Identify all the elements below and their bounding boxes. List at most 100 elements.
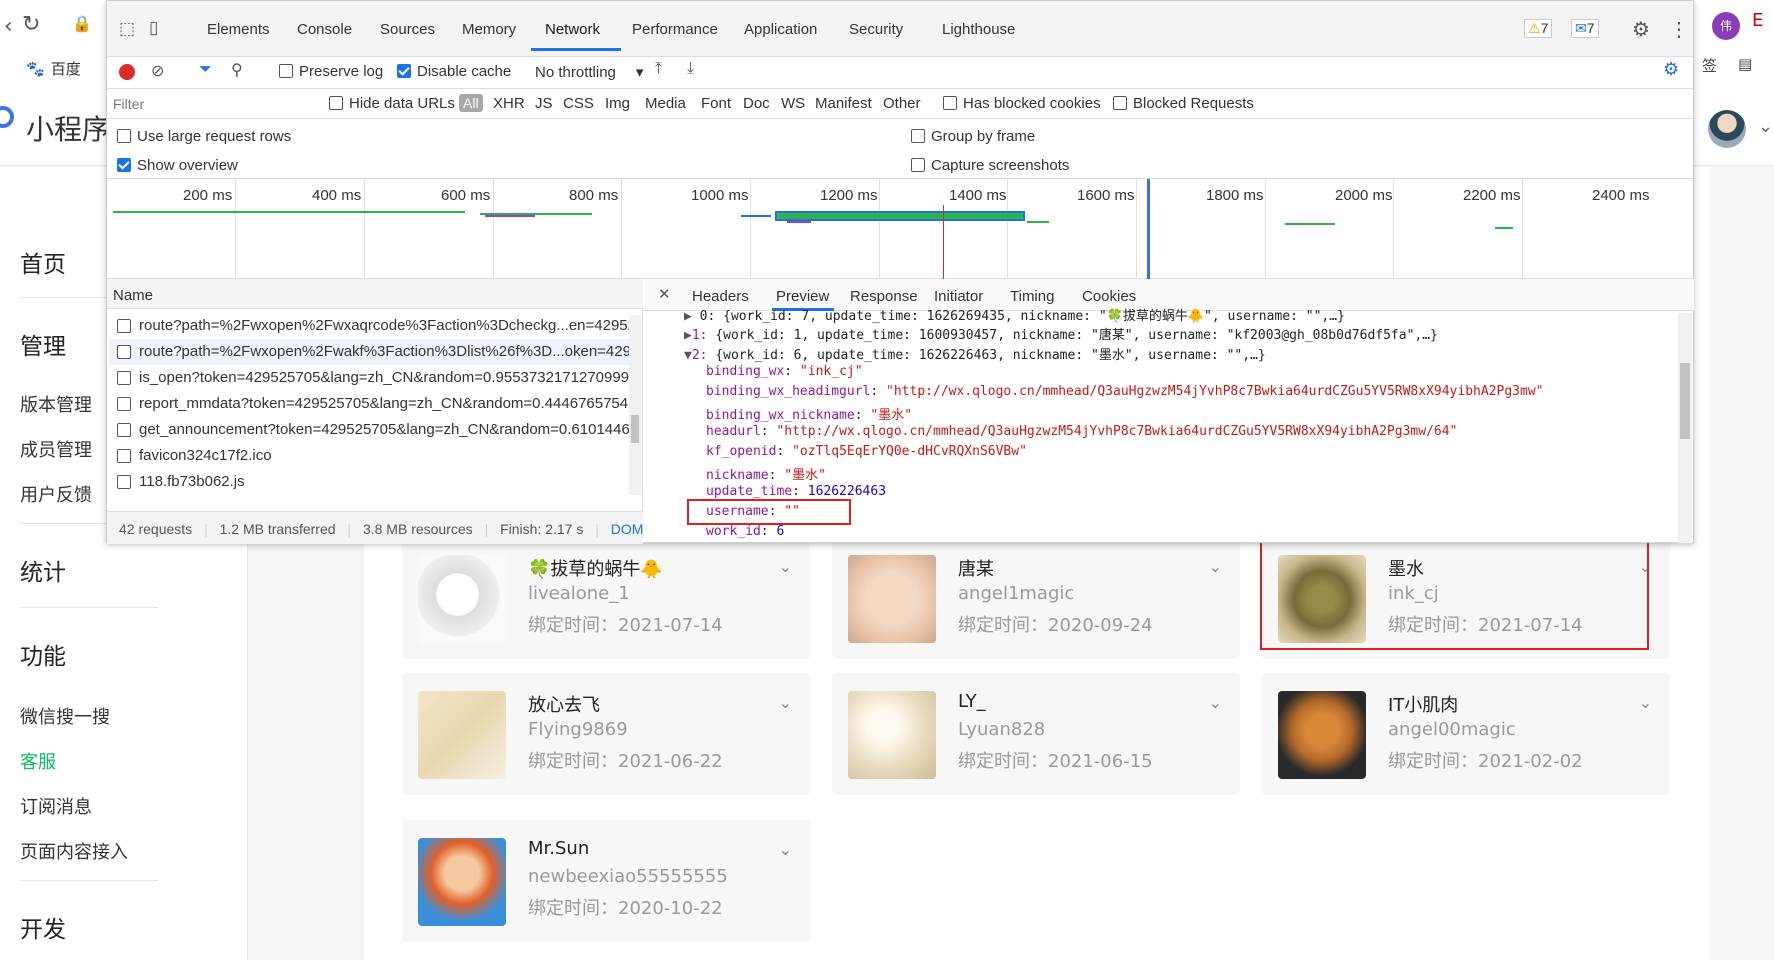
reload-icon[interactable]: ↻	[22, 12, 40, 37]
filter-img[interactable]: Img	[605, 95, 630, 112]
kf-card[interactable]: Mr.Sun newbeexiao55555555 绑定时间：2020-10-2…	[402, 820, 810, 942]
request-row[interactable]: route?path=%2Fwxopen%2Fwakf%3Faction%3Dl…	[109, 339, 637, 365]
messages-badge[interactable]: ✉7	[1571, 19, 1599, 38]
more-menu-icon[interactable]: ⋮	[1669, 17, 1689, 42]
sidebar-item-version[interactable]: 版本管理	[20, 391, 92, 417]
reading-list-icon[interactable]: ▤	[1738, 55, 1752, 73]
chevron-down-icon[interactable]: ⌄	[1209, 693, 1222, 712]
json-line[interactable]: ▶1: {work_id: 1, update_time: 1600930457…	[684, 324, 1438, 343]
chevron-down-icon[interactable]: ⌄	[779, 840, 792, 859]
requests-scrollbar[interactable]	[629, 315, 641, 495]
filter-all[interactable]: All	[459, 94, 483, 112]
request-row[interactable]: report_mmdata?token=429525705&lang=zh_CN…	[109, 391, 637, 417]
tab-console[interactable]: Console	[297, 21, 352, 38]
scrollbar-thumb[interactable]	[1680, 363, 1690, 439]
checkbox[interactable]	[1113, 96, 1127, 110]
preserve-log-checkbox[interactable]: Preserve log	[279, 63, 383, 80]
filter-icon[interactable]: ⏷	[199, 61, 212, 79]
filter-media[interactable]: Media	[645, 95, 686, 112]
json-field[interactable]: kf_openid: "ozTlq5EqErYQ0e-dHCvRQXnS6VBw…	[706, 444, 1027, 459]
sidebar-item-wechat-search[interactable]: 微信搜一搜	[20, 703, 110, 729]
json-field[interactable]: binding_wx_headimgurl: "http://wx.qlogo.…	[706, 384, 1543, 399]
json-field[interactable]: work_id: 6	[706, 524, 784, 539]
chevron-down-icon[interactable]: ⌄	[779, 557, 792, 576]
upload-icon[interactable]: ⤒	[655, 60, 662, 78]
user-avatar[interactable]	[1708, 110, 1746, 148]
filter-xhr[interactable]: XHR	[493, 95, 525, 112]
disable-cache-checkbox[interactable]: Disable cache	[397, 63, 511, 80]
scrollbar-thumb[interactable]	[631, 415, 639, 443]
kf-card[interactable]: 🍀拔草的蜗牛🐥 livealone_1 绑定时间：2021-07-14 ⌄	[402, 537, 810, 659]
kf-card[interactable]: 唐某 angel1magic 绑定时间：2020-09-24 ⌄	[832, 537, 1240, 659]
sidebar-item-members[interactable]: 成员管理	[20, 436, 92, 462]
json-field[interactable]: binding_wx: "ink_cj"	[706, 364, 863, 379]
json-field[interactable]: binding_wx_nickname: "墨水"	[706, 404, 912, 423]
search-icon[interactable]: ⚲	[231, 60, 243, 80]
profile-avatar[interactable]: 伟	[1712, 12, 1740, 40]
kf-card[interactable]: IT小肌肉 angel00magic 绑定时间：2021-02-02 ⌄	[1262, 673, 1670, 795]
group-by-frame-checkbox[interactable]: Group by frame	[911, 128, 1035, 145]
sidebar-item-customer-service[interactable]: 客服	[20, 748, 56, 774]
name-column-header[interactable]: Name	[107, 279, 643, 309]
detail-tab-timing[interactable]: Timing	[1010, 288, 1054, 305]
has-blocked-cookies-checkbox[interactable]: Has blocked cookies	[943, 95, 1101, 112]
detail-tab-initiator[interactable]: Initiator	[934, 288, 983, 305]
detail-tab-headers[interactable]: Headers	[692, 288, 749, 305]
request-row[interactable]: favicon324c17f2.ico	[109, 443, 637, 469]
filter-input[interactable]	[113, 93, 317, 115]
checkbox[interactable]	[911, 129, 925, 143]
request-row[interactable]: get_announcement?token=429525705&lang=zh…	[109, 417, 637, 443]
settings-gear-icon[interactable]: ⚙	[1632, 17, 1650, 42]
preview-scrollbar[interactable]	[1678, 313, 1692, 543]
sidebar-section-stats[interactable]: 统计	[20, 553, 66, 587]
capture-screenshots-checkbox[interactable]: Capture screenshots	[911, 157, 1069, 174]
bookmark-right-label[interactable]: 签	[1702, 55, 1717, 76]
filter-font[interactable]: Font	[701, 95, 731, 112]
sidebar-item-feedback[interactable]: 用户反馈	[20, 481, 92, 507]
checkbox[interactable]	[911, 158, 925, 172]
detail-tab-response[interactable]: Response	[850, 288, 918, 305]
sidebar-section-manage[interactable]: 管理	[20, 327, 66, 361]
chevron-down-icon[interactable]: ⌄	[1209, 557, 1222, 576]
throttling-select[interactable]: No throttling ▾	[535, 63, 643, 81]
record-icon[interactable]	[119, 64, 135, 80]
checkbox[interactable]	[117, 158, 131, 172]
filter-ws[interactable]: WS	[781, 95, 805, 112]
kf-card[interactable]: 放心去飞 Flying9869 绑定时间：2021-06-22 ⌄	[402, 673, 810, 795]
json-field[interactable]: headurl: "http://wx.qlogo.cn/mmhead/Q3au…	[706, 424, 1457, 439]
filter-css[interactable]: CSS	[563, 95, 594, 112]
sidebar-item-home[interactable]: 首页	[20, 245, 66, 279]
chevron-down-icon[interactable]: ⌄	[779, 693, 792, 712]
filter-manifest[interactable]: Manifest	[815, 95, 872, 112]
tab-memory[interactable]: Memory	[462, 21, 516, 38]
json-line[interactable]: ▶ 0: {work_id: 7, update_time: 162626943…	[684, 305, 1345, 324]
chevron-down-icon[interactable]: ⌄	[1639, 693, 1652, 712]
checkbox[interactable]	[279, 64, 293, 78]
tab-lighthouse[interactable]: Lighthouse	[942, 21, 1015, 38]
sidebar-section-dev[interactable]: 开发	[20, 910, 66, 944]
tab-application[interactable]: Application	[744, 21, 817, 38]
json-line[interactable]: ▼2: {work_id: 6, update_time: 1626226463…	[684, 344, 1266, 363]
clear-icon[interactable]: ⊘	[151, 61, 164, 81]
checkbox[interactable]	[397, 64, 411, 78]
hide-data-urls-checkbox[interactable]: Hide data URLs	[329, 95, 455, 112]
overview-timeline[interactable]: 200 ms 400 ms 600 ms 800 ms 1000 ms 1200…	[107, 179, 1693, 279]
show-overview-checkbox[interactable]: Show overview	[117, 157, 238, 174]
checkbox[interactable]	[117, 129, 131, 143]
detail-tab-preview[interactable]: Preview	[776, 288, 829, 305]
kf-card[interactable]: LY_ Lyuan828 绑定时间：2021-06-15 ⌄	[832, 673, 1240, 795]
tab-performance[interactable]: Performance	[632, 21, 718, 38]
request-row[interactable]: route?path=%2Fwxopen%2Fwxaqrcode%3Factio…	[109, 313, 637, 339]
filter-js[interactable]: JS	[535, 95, 553, 112]
json-field[interactable]: nickname: "墨水"	[706, 464, 826, 483]
large-rows-checkbox[interactable]: Use large request rows	[117, 128, 291, 145]
sidebar-item-page-content[interactable]: 页面内容接入	[20, 838, 128, 864]
blocked-requests-checkbox[interactable]: Blocked Requests	[1113, 95, 1254, 112]
network-settings-gear-icon[interactable]: ⚙	[1663, 59, 1679, 80]
tab-security[interactable]: Security	[849, 21, 903, 38]
bookmark-baidu[interactable]: 🐾 百度	[26, 58, 81, 79]
filter-other[interactable]: Other	[883, 95, 921, 112]
checkbox[interactable]	[943, 96, 957, 110]
checkbox[interactable]	[329, 96, 343, 110]
sidebar-section-features[interactable]: 功能	[20, 637, 66, 671]
